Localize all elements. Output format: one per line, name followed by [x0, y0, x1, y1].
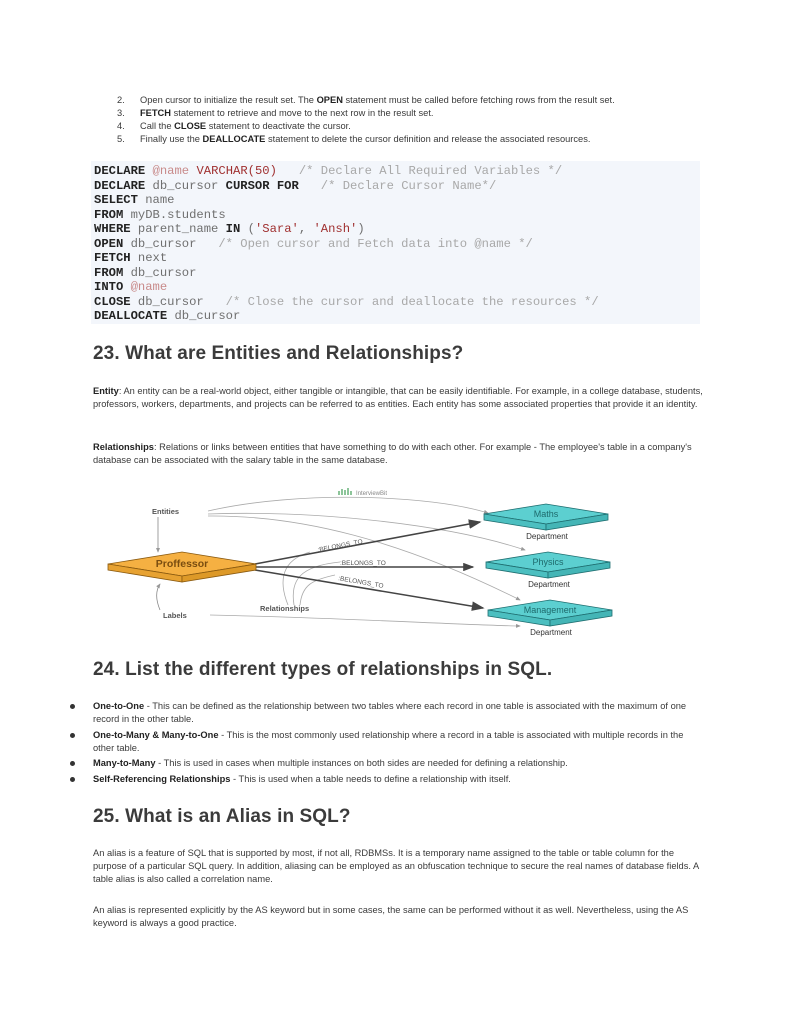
code-token-cm: /* Close the cursor and deallocate the r… — [225, 294, 599, 309]
code-line: DECLARE db_cursor CURSOR FOR /* Declare … — [94, 179, 700, 194]
code-token-str: 'Ansh' — [313, 222, 358, 237]
code-token-plain: myDB.students — [123, 207, 226, 222]
code-token-plain: , — [298, 222, 314, 237]
svg-text:Maths: Maths — [534, 509, 559, 519]
code-token-kw: INTO — [94, 280, 124, 295]
maths-department-node: Maths Department — [483, 503, 609, 541]
interviewbit-logo-icon — [338, 488, 352, 495]
step-item: 4. Call the CLOSE statement to deactivate… — [117, 121, 351, 131]
code-line: OPEN db_cursor /* Open cursor and Fetch … — [94, 237, 700, 252]
code-token-kw: DEALLOCATE — [94, 309, 168, 324]
code-token-kw: FROM — [94, 265, 124, 280]
code-line: CLOSE db_cursor /* Close the cursor and … — [94, 295, 700, 310]
code-line: DEALLOCATE db_cursor — [94, 309, 700, 324]
step-item: 3. FETCH statement to retrieve and move t… — [117, 108, 434, 118]
labels-annotation: Labels — [163, 611, 187, 620]
code-token-plain: ) — [357, 222, 365, 237]
code-token-plain: name — [137, 193, 175, 208]
code-token-plain: db_cursor — [123, 236, 219, 251]
code-token-cm: /* Open cursor and Fetch data into @name… — [218, 236, 533, 251]
code-line: FROM myDB.students — [94, 208, 700, 223]
code-line: INTO @name — [94, 280, 700, 295]
code-token-plain: db_cursor — [123, 265, 197, 280]
labels-pointer-department — [209, 614, 521, 628]
code-line: FROM db_cursor — [94, 266, 700, 281]
code-token-plain: next — [130, 251, 168, 266]
list-item: Many-to-Many - This is used in cases whe… — [70, 757, 700, 770]
svg-text:Physics: Physics — [532, 557, 564, 567]
relationships-pointer-3 — [299, 574, 336, 606]
code-token-cm: /* Declare Cursor Name*/ — [320, 178, 497, 193]
svg-text:Management: Management — [524, 605, 577, 615]
edge-label: :BELONGS_TO — [317, 538, 363, 554]
list-item: One-to-One - This can be defined as the … — [70, 700, 700, 726]
list-item: One-to-Many & Many-to-One - This is the … — [70, 729, 700, 755]
code-token-str: 'Sara' — [254, 222, 299, 237]
relationships-annotation: Relationships — [260, 604, 309, 613]
er-diagram: InterviewBit :BELONGS_TO :BELONGS_TO :BE… — [107, 488, 613, 637]
alias-paragraph-2: An alias is represented explicitly by th… — [93, 905, 689, 928]
code-token-typ: VARCHAR(50) — [196, 164, 277, 178]
list-item: Self-Referencing Relationships - This is… — [70, 773, 700, 786]
entities-annotation: Entities — [152, 507, 179, 516]
section-25-heading: 25. What is an Alias in SQL? — [93, 806, 351, 827]
code-token-cm: /* Declare All Required Variables */ — [298, 164, 563, 178]
step-item: 2. Open cursor to initialize the result s… — [117, 95, 615, 105]
relationship-types-list: One-to-One - This can be defined as the … — [70, 700, 700, 788]
code-token-var: @name — [130, 280, 168, 295]
code-token-kw: FROM — [94, 207, 124, 222]
code-token-kw: DECLARE — [94, 164, 146, 178]
code-token-plain: db_cursor — [145, 178, 226, 193]
code-token-kw: IN — [225, 222, 241, 237]
bullet-icon — [70, 704, 75, 709]
code-token-plain: parent_name — [130, 222, 226, 237]
management-department-node: Management Department — [487, 599, 613, 637]
section-23-heading: 23. What are Entities and Relationships? — [93, 343, 464, 364]
svg-text:Department: Department — [526, 532, 569, 541]
code-token-plain: db_cursor — [130, 294, 226, 309]
labels-pointer-professor — [156, 583, 161, 611]
svg-text:Department: Department — [530, 628, 573, 637]
code-line: WHERE parent_name IN ('Sara', 'Ansh') — [94, 222, 700, 237]
bullet-icon — [70, 761, 75, 766]
svg-text:Proffessor: Proffessor — [156, 558, 209, 570]
edge-professor-maths — [254, 519, 482, 565]
bullet-icon — [70, 776, 75, 782]
code-line: DECLARE @name VARCHAR(50) /* Declare All… — [94, 164, 700, 179]
code-token-plain: ( — [240, 222, 255, 237]
code-token-kw: CURSOR FOR — [225, 178, 299, 193]
code-token-plain: db_cursor — [167, 309, 241, 324]
professor-node: Proffessor — [107, 551, 257, 583]
code-token-kw: FETCH — [94, 251, 131, 266]
watermark-text: InterviewBit — [356, 491, 387, 497]
code-token-kw: OPEN — [94, 236, 124, 251]
code-token-kw: CLOSE — [94, 294, 131, 309]
entities-pointer-physics — [207, 512, 526, 551]
edge-professor-management — [254, 569, 485, 611]
code-token-kw: SELECT — [94, 193, 138, 208]
section-24-heading: 24. List the different types of relation… — [93, 659, 553, 680]
alias-paragraph-1: An alias is a feature of SQL that is sup… — [93, 848, 699, 884]
relationships-paragraph: Relationships: Relations or links betwee… — [93, 442, 692, 465]
edge-label: :BELONGS_TO — [340, 560, 386, 567]
step-item: 5. Finally use the DEALLOCATE statement t… — [117, 134, 591, 144]
sql-code-block: DECLARE @name VARCHAR(50) /* Declare All… — [91, 161, 700, 324]
code-line: SELECT name — [94, 193, 700, 208]
entities-pointer-maths — [207, 496, 489, 514]
cursor-steps-list: 2. Open cursor to initialize the result s… — [117, 94, 615, 146]
svg-text:Department: Department — [528, 580, 571, 589]
code-token-var: @name — [152, 164, 190, 178]
bullet-icon — [70, 732, 75, 738]
code-line: FETCH next — [94, 251, 700, 266]
code-token-kw: WHERE — [94, 222, 131, 237]
entity-paragraph: Entity: An entity can be a real-world ob… — [93, 386, 703, 409]
code-token-kw: DECLARE — [94, 178, 146, 193]
physics-department-node: Physics Department — [485, 551, 611, 589]
